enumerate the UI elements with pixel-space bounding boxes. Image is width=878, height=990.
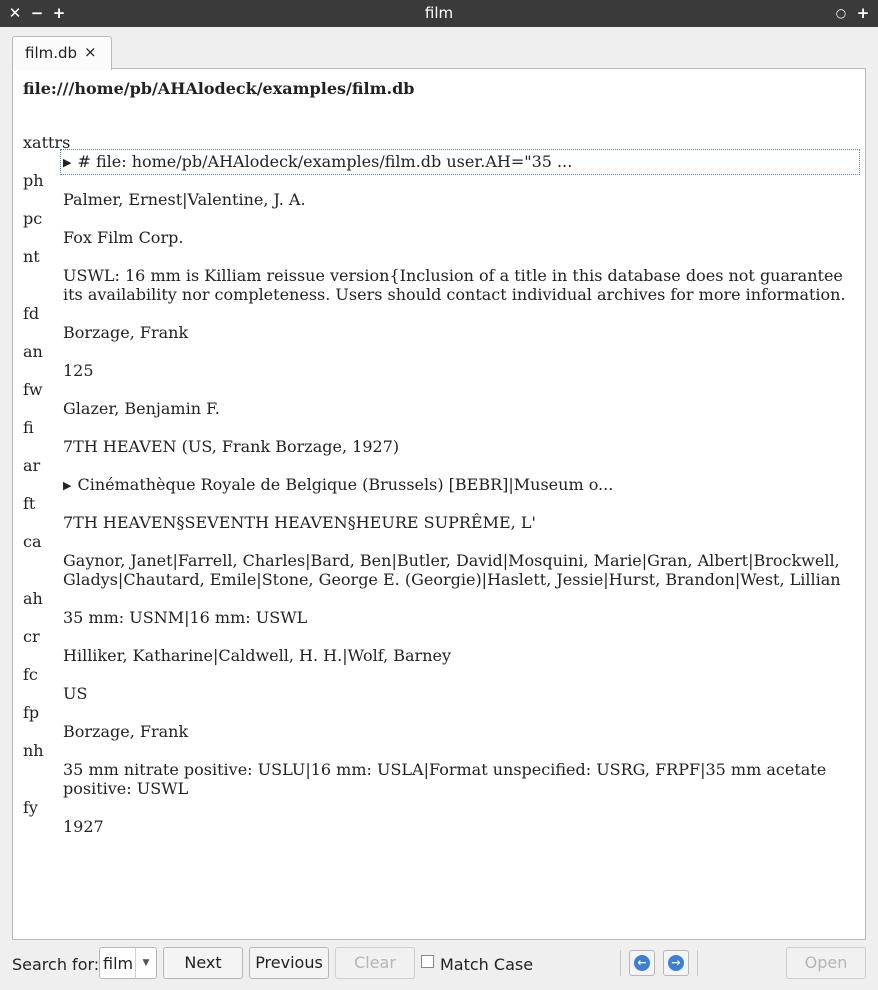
field-key: ah	[23, 589, 43, 608]
field-key: an	[23, 342, 43, 361]
field-value[interactable]: ▶ # file: home/pb/AHAlodeck/examples/film…	[63, 152, 853, 173]
field-value: Gaynor, Janet|Farrell, Charles|Bard, Ben…	[63, 551, 841, 589]
next-button[interactable]: Next	[163, 947, 243, 979]
field-key: fd	[23, 304, 40, 323]
back-button[interactable]: ←	[629, 950, 655, 976]
field-value[interactable]: ▶ Cinémathèque Royale de Belgique (Brusse…	[63, 475, 853, 496]
field-value: Fox Film Corp.	[63, 228, 184, 247]
triangle-right-icon[interactable]: ▶	[63, 156, 71, 169]
field-value: 7TH HEAVEN§SEVENTH HEAVEN§HEURE SUPRÊME,…	[63, 513, 536, 532]
field-value: Glazer, Benjamin F.	[63, 399, 220, 418]
field-value: Palmer, Ernest|Valentine, J. A.	[63, 190, 306, 209]
field-value: USWL: 16 mm is Killiam reissue version{I…	[63, 266, 846, 304]
field-value: 35 mm nitrate positive: USLU|16 mm: USLA…	[63, 760, 827, 798]
field-key: pc	[23, 209, 43, 228]
field-key: ar	[23, 456, 41, 475]
window-title: film	[424, 4, 454, 22]
match-case-checkbox[interactable]	[421, 955, 434, 968]
field-key: fp	[23, 703, 40, 722]
field-value: 1927	[63, 817, 104, 836]
field-key: fi	[23, 418, 34, 437]
field-key: cr	[23, 627, 40, 646]
field-key: ca	[23, 532, 42, 551]
field-value: Borzage, Frank	[63, 323, 189, 342]
document-view[interactable]: file:///home/pb/AHAlodeck/examples/film.…	[12, 68, 866, 940]
forward-arrow-icon: →	[668, 955, 684, 971]
search-label: Search for:	[12, 955, 100, 974]
field-key: ft	[23, 494, 36, 513]
clear-button[interactable]: Clear	[335, 947, 415, 979]
pin-window-icon[interactable]: +	[853, 3, 873, 23]
search-value: film	[103, 954, 134, 973]
toolbar-separator	[697, 950, 698, 976]
field-key: fy	[23, 798, 38, 817]
tab-film-db[interactable]: film.db ×	[12, 36, 112, 70]
file-path-heading: file:///home/pb/AHAlodeck/examples/film.…	[23, 79, 415, 98]
field-key: ph	[23, 171, 44, 190]
field-key: fw	[23, 380, 43, 399]
forward-button[interactable]: →	[663, 950, 689, 976]
search-input[interactable]: film ▼	[99, 947, 157, 979]
match-case-label: Match Case	[440, 955, 534, 974]
field-key: nt	[23, 247, 40, 266]
field-value: 35 mm: USNM|16 mm: USWL	[63, 608, 308, 627]
window-menu-icon[interactable]: ○	[831, 3, 851, 23]
triangle-right-icon[interactable]: ▶	[63, 479, 71, 492]
field-value: 7TH HEAVEN (US, Frank Borzage, 1927)	[63, 437, 400, 456]
previous-button[interactable]: Previous	[249, 947, 329, 979]
toolbar-separator	[620, 950, 621, 976]
field-value: US	[63, 684, 88, 703]
title-bar: ✕ − + film ○ +	[0, 0, 878, 27]
chevron-down-icon[interactable]: ▼	[135, 948, 156, 978]
field-key: fc	[23, 665, 38, 684]
open-button[interactable]: Open	[786, 947, 866, 979]
tab-label: film.db	[25, 44, 78, 62]
field-key: xattrs	[23, 133, 71, 152]
field-value: Borzage, Frank	[63, 722, 189, 741]
field-value: 125	[63, 361, 94, 380]
back-arrow-icon: ←	[634, 955, 650, 971]
field-key: nh	[23, 741, 44, 760]
field-value: Hilliker, Katharine|Caldwell, H. H.|Wolf…	[63, 646, 451, 665]
tab-close-icon[interactable]: ×	[84, 43, 97, 61]
search-bar: Search for: film ▼ Next Previous Clear M…	[0, 942, 878, 990]
